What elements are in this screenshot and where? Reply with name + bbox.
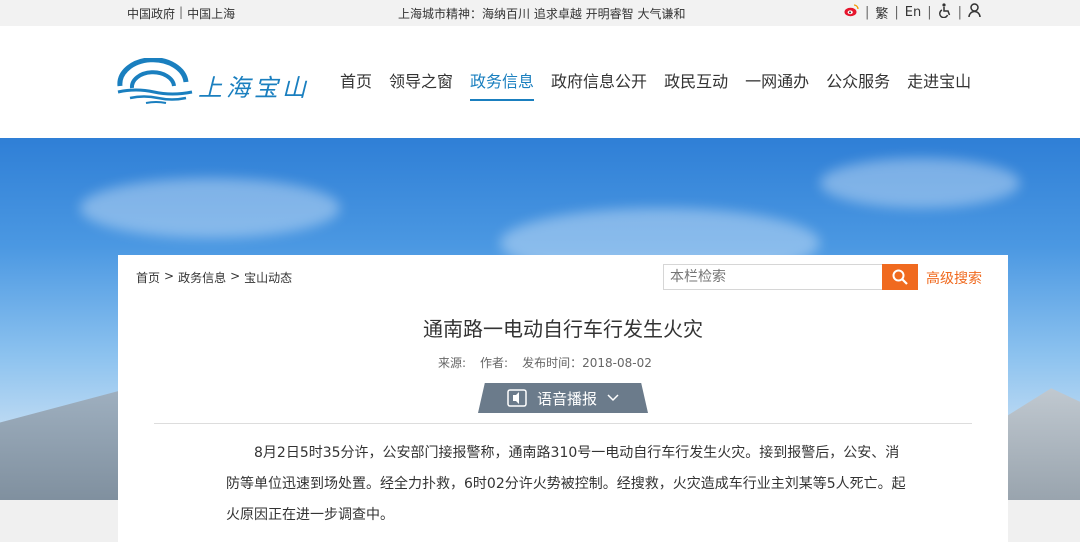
logo-text: 上海宝山 [198,74,310,102]
nav-item-about-baoshan[interactable]: 走进宝山 [907,68,971,101]
nav-item-info-disclosure[interactable]: 政府信息公开 [551,68,647,101]
main-nav: 首页 领导之窗 政务信息 政府信息公开 政民互动 一网通办 公众服务 走进宝山 [340,68,988,101]
breadcrumb-separator: > [230,269,241,283]
voice-broadcast-button[interactable]: 语音播报 [478,383,648,413]
separator: | [894,5,899,20]
building-decoration [1008,388,1080,500]
gov-links: 中国政府 | 中国上海 [127,5,235,22]
gov-link-china[interactable]: 中国政府 [127,5,175,22]
article-body: 8月2日5时35分许，公安部门接报警称，通南路310号一电动自行车行发生火灾。接… [226,438,906,531]
breadcrumb-gov-info[interactable]: 政务信息 [178,269,226,286]
article-title: 通南路一电动自行车行发生火灾 [423,317,703,341]
gov-link-shanghai[interactable]: 中国上海 [187,5,235,22]
site-logo[interactable]: 上海宝山 [116,57,321,108]
breadcrumb-baoshan-news[interactable]: 宝山动态 [244,269,292,286]
search-input[interactable] [664,265,879,289]
divider [154,423,972,424]
article-meta: 来源: 作者: 发布时间：2018-08-02 [438,354,652,371]
column-search [663,264,918,290]
article-date: 发布时间：2018-08-02 [522,356,652,370]
separator: | [179,5,184,19]
article-body-text: 8月2日5时35分许，公安部门接报警称，通南路310号一电动自行车行发生火灾。接… [226,445,906,523]
site-header: 上海宝山 首页 领导之窗 政务信息 政府信息公开 政民互动 一网通办 公众服务 … [0,26,1080,138]
english-link[interactable]: En [905,5,921,20]
nav-item-one-stop[interactable]: 一网通办 [745,68,809,101]
separator: | [957,5,963,20]
article-card: 首页 > 政务信息 > 宝山动态 高级搜索 通南路一电动自行车行发生火灾 来源:… [118,255,1008,542]
chevron-down-icon [607,394,619,402]
nav-item-gov-info[interactable]: 政务信息 [470,68,535,101]
advanced-search-link[interactable]: 高级搜索 [926,268,982,288]
separator: | [865,5,870,20]
top-tools: | 繁 | En | | [844,3,981,22]
nav-item-leaders[interactable]: 领导之窗 [389,68,453,101]
search-button[interactable] [882,264,918,290]
search-icon [892,269,908,285]
building-decoration [0,388,130,500]
accessibility-icon[interactable] [938,3,952,22]
user-icon[interactable] [968,3,981,22]
breadcrumb-separator: > [164,269,175,283]
speaker-icon [507,389,527,407]
voice-broadcast-label: 语音播报 [536,389,597,408]
article-author: 作者: [480,356,509,370]
nav-item-interaction[interactable]: 政民互动 [664,68,728,101]
logo-emblem-icon [117,57,193,104]
top-bar: 中国政府 | 中国上海 上海城市精神：海纳百川 追求卓越 开明睿智 大气谦和 |… [0,0,1080,26]
traditional-chinese-link[interactable]: 繁 [875,3,888,22]
separator: | [927,5,932,20]
breadcrumb: 首页 > 政务信息 > 宝山动态 [136,269,292,286]
cloud-decoration [820,158,1020,208]
breadcrumb-home[interactable]: 首页 [136,269,160,286]
city-slogan: 上海城市精神：海纳百川 追求卓越 开明睿智 大气谦和 [398,7,686,21]
weibo-icon[interactable] [844,4,859,21]
nav-item-public-service[interactable]: 公众服务 [826,68,890,101]
cloud-decoration [80,178,340,238]
nav-item-home[interactable]: 首页 [340,68,372,101]
article-source: 来源: [438,356,467,370]
